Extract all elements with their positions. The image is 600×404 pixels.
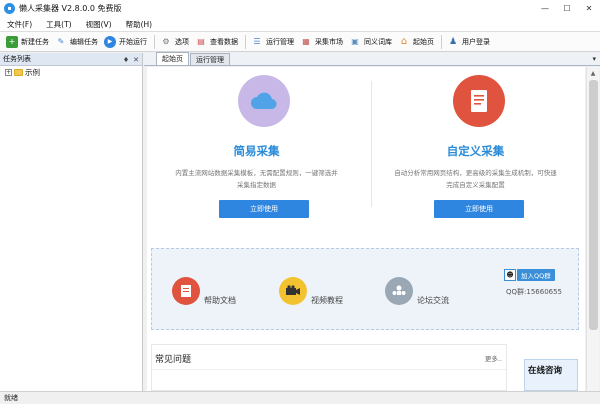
user-login-label: 用户登录: [462, 37, 490, 46]
tab-run-manage[interactable]: 运行管理: [190, 53, 230, 65]
join-qq-button[interactable]: ☻ 加入QQ群: [504, 269, 555, 281]
home-label: 起始页: [413, 37, 434, 46]
run-manage-icon: ☰: [253, 37, 261, 46]
synonym-label: 同义词库: [364, 37, 392, 46]
synonym-icon: ▣: [351, 37, 359, 46]
folder-icon: [14, 68, 23, 76]
run-button[interactable]: ▶ 开始运行: [102, 33, 151, 51]
maximize-button[interactable]: ☐: [556, 0, 578, 17]
document-tabs: 起始页 运行管理 ▾: [144, 52, 600, 66]
forum-icon: [385, 276, 413, 305]
forum-label: 论坛交流: [417, 296, 449, 305]
minimize-button[interactable]: —: [534, 0, 556, 17]
qq-group-number: QQ群:15660655: [506, 288, 563, 296]
toolbar-separator: [245, 34, 246, 49]
tree-item-example[interactable]: + 示例: [0, 66, 142, 78]
toolbar: + 新建任务 ✎ 编辑任务 ▶ 开始运行 ⚙ 选项 ▤ 查看数据 ☰ 运行管理 …: [0, 32, 600, 52]
simple-collect-desc: 内置主流网站数据采集模板，无需配置规则，一键筛选并采集指定数据: [175, 169, 338, 189]
scroll-thumb[interactable]: [589, 80, 598, 330]
window-controls: — ☐ ✕: [534, 0, 600, 17]
new-task-label: 新建任务: [21, 37, 49, 46]
window-title: 懒人采集器 V2.8.0.0 免费版: [19, 4, 122, 13]
faq-title: 常见问题: [155, 355, 192, 365]
faq-section: 常见问题 更多..: [151, 344, 507, 391]
options-button[interactable]: ⚙ 选项: [158, 33, 193, 51]
panel-close-icon[interactable]: ✕: [133, 56, 139, 64]
expand-icon[interactable]: +: [5, 68, 12, 76]
help-doc-label: 帮助文档: [204, 296, 236, 305]
status-bar: 就绪: [0, 391, 600, 404]
forum-link[interactable]: 论坛交流: [385, 275, 449, 306]
home-button[interactable]: ⌂ 起始页: [396, 33, 438, 51]
toolbar-separator: [441, 34, 442, 49]
custom-collect-title: 自定义采集: [446, 144, 505, 158]
panel-controls: ♦ ✕: [123, 53, 139, 66]
run-manage-button[interactable]: ☰ 运行管理: [249, 33, 298, 51]
edit-task-button[interactable]: ✎ 编辑任务: [53, 33, 102, 51]
tabs-dropdown-icon[interactable]: ▾: [592, 55, 596, 63]
custom-collect-desc: 自动分析常用网页结构，更高级的采集生成机制，可快速完成自定义采集配置: [394, 169, 557, 189]
start-page: 简易采集 内置主流网站数据采集模板，无需配置规则，一键筛选并采集指定数据 立即使…: [147, 67, 585, 391]
simple-collect-use-button[interactable]: 立即使用: [219, 200, 309, 218]
menu-help[interactable]: 帮助(H): [119, 19, 160, 30]
help-section: 帮助文档 视频教程 论坛交流 ☻ 加入QQ群 QQ群:15660655: [151, 248, 579, 330]
run-manage-label: 运行管理: [266, 37, 294, 46]
market-button[interactable]: ▦ 采集市场: [298, 33, 347, 51]
custom-collect-use-button[interactable]: 立即使用: [434, 200, 524, 218]
run-icon: ▶: [104, 35, 116, 48]
new-task-icon: +: [6, 35, 18, 48]
synonym-button[interactable]: ▣ 同义词库: [347, 33, 396, 51]
toolbar-separator: [154, 34, 155, 49]
custom-collect-card: 自定义采集 自动分析常用网页结构，更高级的采集生成机制，可快速完成自定义采集配置…: [366, 67, 585, 227]
video-tutorial-icon: [279, 276, 307, 305]
document-icon: [453, 75, 505, 127]
video-tutorial-link[interactable]: 视频教程: [279, 275, 343, 306]
view-data-button[interactable]: ▤ 查看数据: [193, 33, 242, 51]
title-bar: ▪ 懒人采集器 V2.8.0.0 免费版 — ☐ ✕: [0, 0, 600, 17]
help-doc-link[interactable]: 帮助文档: [172, 275, 236, 306]
options-icon: ⚙: [162, 37, 170, 46]
menu-tools[interactable]: 工具(T): [39, 19, 78, 30]
faq-more-link[interactable]: 更多..: [485, 353, 502, 363]
simple-collect-title: 简易采集: [233, 144, 280, 158]
task-list-panel: 任务列表 ♦ ✕ + 示例: [0, 53, 143, 391]
task-list-header: 任务列表 ♦ ✕: [0, 53, 142, 66]
edit-task-label: 编辑任务: [70, 37, 98, 46]
new-task-button[interactable]: + 新建任务: [4, 33, 53, 51]
status-text: 就绪: [4, 394, 18, 402]
scroll-up-icon[interactable]: ▲: [587, 67, 599, 79]
options-label: 选项: [175, 37, 189, 46]
menu-file[interactable]: 文件(F): [0, 19, 39, 30]
help-doc-icon: [172, 276, 200, 305]
faq-divider: [152, 369, 506, 370]
view-data-icon: ▤: [197, 37, 205, 46]
run-label: 开始运行: [119, 37, 147, 46]
market-label: 采集市场: [315, 37, 343, 46]
qq-penguin-icon: ☻: [504, 269, 516, 281]
app-logo-icon: ▪: [4, 3, 15, 14]
online-consult-title: 在线咨询: [528, 366, 563, 376]
menu-bar: 文件(F) 工具(T) 视图(V) 帮助(H): [0, 17, 600, 32]
market-icon: ▦: [302, 37, 310, 46]
home-icon: ⌂: [400, 36, 408, 47]
pin-icon[interactable]: ♦: [123, 56, 129, 64]
video-tutorial-label: 视频教程: [311, 296, 343, 305]
content-scrollbar[interactable]: ▲: [586, 67, 599, 391]
view-data-label: 查看数据: [210, 37, 238, 46]
close-button[interactable]: ✕: [578, 0, 600, 17]
cloud-icon: [238, 75, 290, 127]
online-consult-box[interactable]: 在线咨询: [524, 359, 578, 391]
simple-collect-card: 简易采集 内置主流网站数据采集模板，无需配置规则，一键筛选并采集指定数据 立即使…: [147, 67, 366, 227]
task-list-title: 任务列表: [3, 55, 31, 63]
user-login-button[interactable]: ♟ 用户登录: [445, 33, 494, 51]
join-qq-label: 加入QQ群: [517, 269, 555, 281]
tab-start-page[interactable]: 起始页: [156, 52, 189, 65]
tree-item-label: 示例: [25, 67, 40, 77]
edit-task-icon: ✎: [57, 37, 65, 46]
menu-view[interactable]: 视图(V): [79, 19, 119, 30]
user-login-icon: ♟: [448, 36, 458, 47]
